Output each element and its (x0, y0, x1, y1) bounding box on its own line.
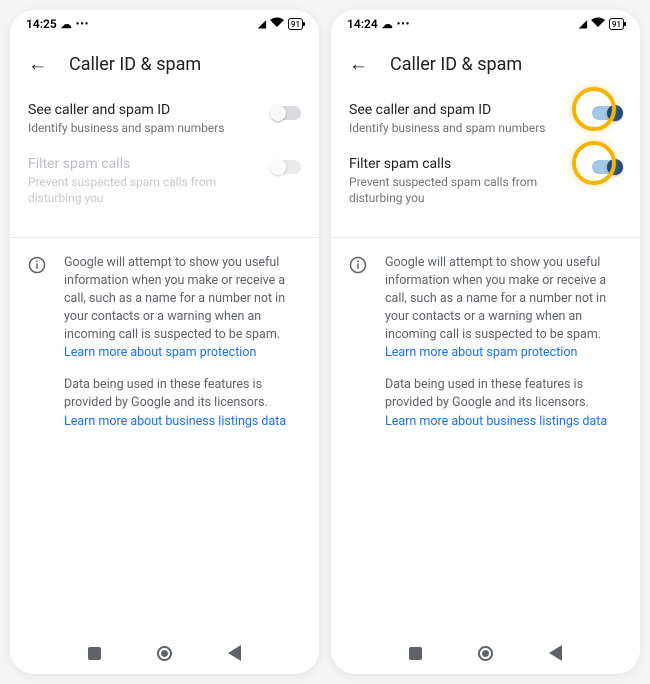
status-bar: 14:24 ☁ ••• ◢ 91 (331, 10, 640, 38)
info-icon (349, 256, 367, 274)
info-text: Google will attempt to show you useful i… (385, 254, 622, 431)
status-right: ◢ 91 (579, 17, 624, 31)
header: ← Caller ID & spam (331, 38, 640, 90)
status-left: 14:25 ☁ ••• (26, 17, 89, 31)
signal-icon: ◢ (258, 19, 266, 30)
page-title: Caller ID & spam (69, 54, 201, 75)
link-spam-protection[interactable]: Learn more about spam protection (385, 345, 577, 360)
wifi-icon (591, 17, 605, 31)
settings-block: See caller and spam ID Identify business… (10, 90, 319, 237)
toggle-filter-spam-calls (271, 160, 301, 174)
setting-sub: Prevent suspected spam calls from distur… (349, 174, 582, 206)
link-business-listings[interactable]: Learn more about business listings data (64, 414, 286, 429)
signal-icon: ◢ (579, 19, 587, 30)
cloud-icon: ☁ (61, 18, 72, 31)
status-bar: 14:25 ☁ ••• ◢ 91 (10, 10, 319, 38)
setting-title: See caller and spam ID (28, 102, 261, 118)
toggle-filter-spam-calls[interactable] (592, 160, 622, 174)
phone-screen-right: 14:24 ☁ ••• ◢ 91 ← Caller ID & spam See … (331, 10, 640, 674)
info-icon (28, 256, 46, 274)
setting-sub: Prevent suspected spam calls from distur… (28, 174, 261, 206)
cloud-icon: ☁ (382, 18, 393, 31)
setting-filter-spam-calls: Filter spam calls Prevent suspected spam… (28, 150, 301, 220)
wifi-icon (270, 17, 284, 31)
nav-bar (331, 632, 640, 674)
more-dots-icon: ••• (76, 19, 90, 30)
setting-title: See caller and spam ID (349, 102, 582, 118)
status-left: 14:24 ☁ ••• (347, 17, 410, 31)
setting-see-caller-id[interactable]: See caller and spam ID Identify business… (28, 96, 301, 150)
status-time: 14:24 (347, 17, 378, 31)
nav-home-icon[interactable] (478, 646, 493, 661)
header: ← Caller ID & spam (10, 38, 319, 90)
link-spam-protection[interactable]: Learn more about spam protection (64, 345, 256, 360)
setting-title: Filter spam calls (28, 156, 261, 172)
setting-filter-spam-calls[interactable]: Filter spam calls Prevent suspected spam… (349, 150, 622, 220)
settings-block: See caller and spam ID Identify business… (331, 90, 640, 237)
setting-title: Filter spam calls (349, 156, 582, 172)
nav-recent-icon[interactable] (409, 647, 422, 660)
info-block: Google will attempt to show you useful i… (331, 238, 640, 447)
setting-sub: Identify business and spam numbers (28, 120, 261, 136)
back-arrow-icon[interactable]: ← (349, 52, 368, 76)
nav-bar (10, 632, 319, 674)
phone-screen-left: 14:25 ☁ ••• ◢ 91 ← Caller ID & spam See … (10, 10, 319, 674)
status-right: ◢ 91 (258, 17, 303, 31)
battery-icon: 91 (609, 18, 624, 30)
nav-recent-icon[interactable] (88, 647, 101, 660)
setting-see-caller-id[interactable]: See caller and spam ID Identify business… (349, 96, 622, 150)
setting-sub: Identify business and spam numbers (349, 120, 582, 136)
toggle-see-caller-id[interactable] (271, 106, 301, 120)
status-time: 14:25 (26, 17, 57, 31)
info-text: Google will attempt to show you useful i… (64, 254, 301, 431)
toggle-see-caller-id[interactable] (592, 106, 622, 120)
battery-icon: 91 (288, 18, 303, 30)
page-title: Caller ID & spam (390, 54, 522, 75)
back-arrow-icon[interactable]: ← (28, 52, 47, 76)
info-block: Google will attempt to show you useful i… (10, 238, 319, 447)
nav-home-icon[interactable] (157, 646, 172, 661)
more-dots-icon: ••• (397, 19, 411, 30)
nav-back-icon[interactable] (228, 645, 241, 661)
link-business-listings[interactable]: Learn more about business listings data (385, 414, 607, 429)
nav-back-icon[interactable] (549, 645, 562, 661)
